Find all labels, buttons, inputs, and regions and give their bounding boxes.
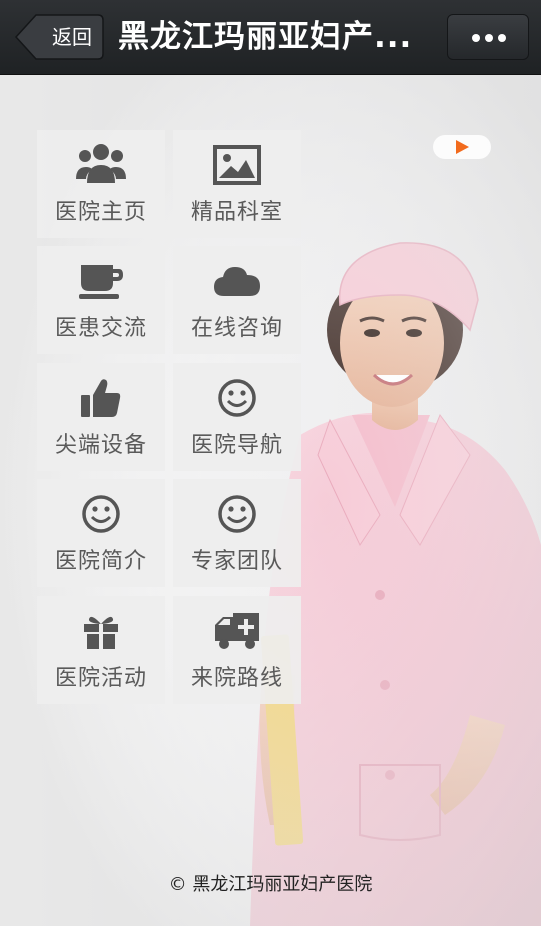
gift-icon — [37, 608, 165, 654]
smiley-icon — [37, 491, 165, 537]
coffee-cup-icon — [37, 258, 165, 304]
menu-tile-label: 专家团队 — [190, 549, 283, 574]
menu-tile-hospital-guide[interactable]: 医院导航 — [173, 363, 301, 471]
menu-tile-online-consult[interactable]: 在线咨询 — [173, 246, 301, 354]
image-icon — [173, 142, 301, 188]
play-icon[interactable] — [433, 135, 491, 159]
menu-tile-label: 医院简介 — [54, 549, 147, 574]
menu-tile-label: 来院路线 — [190, 666, 283, 691]
more-icon — [472, 34, 480, 42]
more-icon — [485, 34, 493, 42]
smiley-icon — [173, 491, 301, 537]
menu-tile-label: 精品科室 — [190, 200, 283, 225]
menu-tile-label: 医院主页 — [54, 200, 147, 225]
more-icon — [498, 34, 506, 42]
menu-tile-departments[interactable]: 精品科室 — [173, 130, 301, 238]
menu-tile-directions[interactable]: 来院路线 — [173, 596, 301, 704]
copyright-footer: © 黑龙江玛丽亚妇产医院 — [168, 874, 373, 895]
cloud-icon — [173, 258, 301, 304]
menu-tile-doctor-patient[interactable]: 医患交流 — [37, 246, 165, 354]
smiley-icon — [173, 375, 301, 421]
back-button-label: 返回 — [52, 25, 92, 49]
page-title: 黑龙江玛丽亚妇产... — [118, 19, 413, 55]
menu-tile-hospital-home[interactable]: 医院主页 — [37, 130, 165, 238]
menu-tile-hospital-events[interactable]: 医院活动 — [37, 596, 165, 704]
menu-tile-label: 在线咨询 — [190, 316, 283, 341]
menu-tile-equipment[interactable]: 尖端设备 — [37, 363, 165, 471]
menu-tile-label: 医院活动 — [54, 666, 147, 691]
back-button[interactable]: 返回 — [14, 14, 104, 60]
menu-tile-hospital-intro[interactable]: 医院简介 — [37, 479, 165, 587]
ambulance-icon — [173, 608, 301, 654]
menu-tile-label: 尖端设备 — [54, 433, 147, 458]
thumbs-up-icon — [37, 375, 165, 421]
users-icon — [37, 142, 165, 188]
top-navigation-bar: 返回 黑龙江玛丽亚妇产... — [0, 0, 541, 75]
more-options-button[interactable] — [447, 14, 529, 60]
menu-tile-expert-team[interactable]: 专家团队 — [173, 479, 301, 587]
page-content: 医院主页 精品科室 医患交流 在线咨询 尖端设备 医院导航 医院简介 专家团队 … — [0, 75, 541, 926]
menu-tile-label: 医患交流 — [54, 316, 147, 341]
menu-tile-label: 医院导航 — [190, 433, 283, 458]
